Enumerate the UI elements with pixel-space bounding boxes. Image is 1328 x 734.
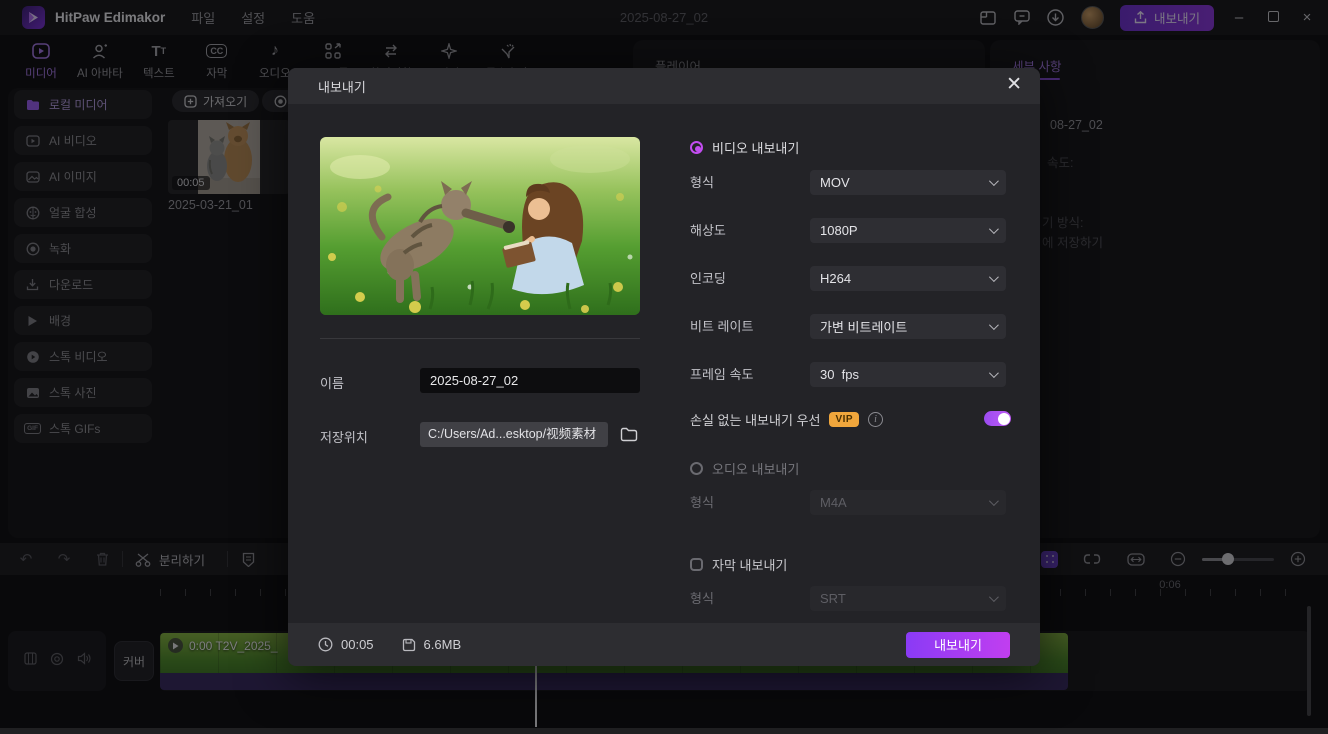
name-label: 이름 [320, 376, 344, 391]
dialog-close-icon[interactable]: ✕ [1006, 75, 1022, 94]
framerate-select[interactable]: 30 fps [810, 362, 1006, 387]
audio-export-option[interactable]: 오디오 내보내기 [690, 459, 799, 478]
export-preview-image [320, 137, 640, 315]
dialog-divider [320, 338, 640, 339]
path-label: 저장위치 [320, 430, 368, 445]
chevron-down-icon [988, 272, 999, 283]
filesize-disk-icon [402, 638, 416, 652]
dialog-footer: 00:05 6.6MB 내보내기 [288, 623, 1040, 666]
framerate-label: 프레임 속도 [690, 367, 754, 382]
video-export-radio[interactable] [690, 141, 703, 154]
subtitle-format-select: SRT [810, 586, 1006, 611]
info-icon[interactable]: i [868, 412, 884, 427]
name-input[interactable]: 2025-08-27_02 [420, 368, 640, 393]
dialog-header: 내보내기 ✕ [288, 68, 1040, 104]
lossless-export-row: 손실 없는 내보내기 우선 VIP i [690, 410, 884, 429]
export-dialog: 내보내기 ✕ 이름 2025-08-27_02 저장위치 C:/Users/Ad… [288, 68, 1040, 666]
audio-format-select: M4A [810, 490, 1006, 515]
browse-folder-icon[interactable] [618, 423, 640, 445]
subtitle-export-checkbox[interactable] [690, 558, 703, 571]
format-label: 형식 [690, 175, 714, 190]
vip-badge: VIP [829, 412, 860, 427]
chevron-down-icon [988, 496, 999, 507]
export-duration: 00:05 [341, 637, 374, 652]
format-select[interactable]: MOV [810, 170, 1006, 195]
resolution-label: 해상도 [690, 223, 726, 238]
lossless-label: 손실 없는 내보내기 우선 [690, 413, 821, 428]
chevron-down-icon [988, 224, 999, 235]
chevron-down-icon [988, 592, 999, 603]
export-confirm-button[interactable]: 내보내기 [906, 631, 1010, 658]
dialog-title: 내보내기 [318, 79, 366, 95]
chevron-down-icon [988, 320, 999, 331]
encoding-select[interactable]: H264 [810, 266, 1006, 291]
audio-format-label: 형식 [690, 495, 714, 510]
duration-clock-icon [318, 637, 333, 652]
chevron-down-icon [988, 368, 999, 379]
subtitle-export-option[interactable]: 자막 내보내기 [690, 555, 787, 574]
video-export-option[interactable]: 비디오 내보내기 [690, 138, 799, 157]
lossless-toggle[interactable] [984, 411, 1011, 426]
audio-export-radio[interactable] [690, 462, 703, 475]
subtitle-format-label: 형식 [690, 591, 714, 606]
resolution-select[interactable]: 1080P [810, 218, 1006, 243]
chevron-down-icon [988, 176, 999, 187]
path-input[interactable]: C:/Users/Ad...esktop/视频素材 [420, 422, 608, 447]
bitrate-select[interactable]: 가변 비트레이트 [810, 314, 1006, 339]
export-filesize: 6.6MB [423, 637, 462, 652]
app-window: HitPaw Edimakor 파일 설정 도움 2025-08-27_02 내… [0, 0, 1328, 734]
bitrate-label: 비트 레이트 [690, 319, 754, 334]
encoding-label: 인코딩 [690, 271, 726, 286]
